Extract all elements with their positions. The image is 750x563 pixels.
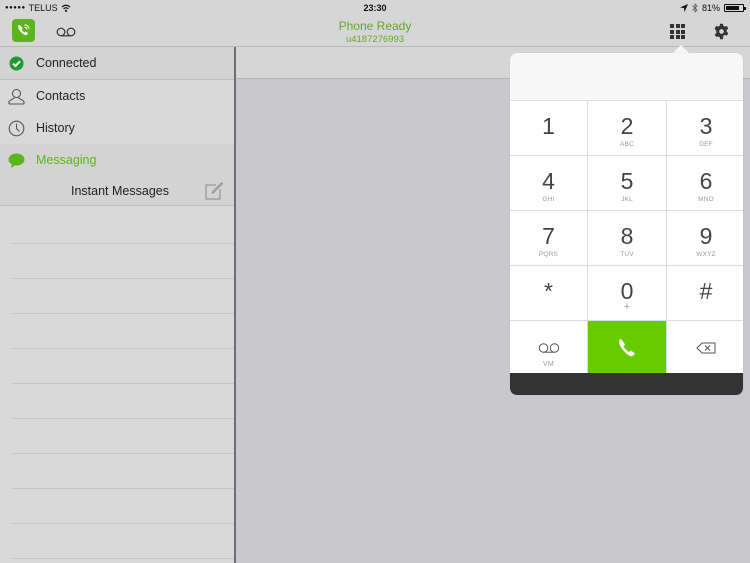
check-circle-icon [9,56,24,71]
speech-bubble-icon [8,153,25,168]
key-digit: 4 [542,168,555,194]
key-digit: 6 [699,168,713,194]
sidebar: Connected Contacts History Messaging Ins… [0,47,234,563]
key-letters: ABC [620,141,634,148]
dial-key-7[interactable]: 7 PQRS [510,211,587,265]
settings-button[interactable] [713,23,730,40]
key-digit: 7 [542,223,555,249]
app-logo-button[interactable] [12,19,35,42]
bluetooth-icon [692,3,698,13]
voicemail-label: VM [543,361,554,368]
key-letters: MNO [698,196,714,203]
key-digit: 0 [620,278,634,304]
submenu-instant-messages[interactable]: Instant Messages [0,176,234,206]
call-button[interactable] [588,321,666,375]
dial-key-4[interactable]: 4 GHI [510,156,587,210]
dial-key-star[interactable]: * [510,266,587,320]
dial-key-9[interactable]: 9 WXYZ [667,211,743,265]
message-list-item[interactable] [12,524,234,559]
sidebar-item-contacts[interactable]: Contacts [0,80,234,112]
key-letters: GHI [542,196,555,203]
key-letters: DEF [699,141,713,148]
key-digit: # [699,278,713,304]
phone-ringing-icon [18,24,30,36]
battery-percent: 81% [701,3,720,13]
person-icon [8,88,25,105]
dial-number-display[interactable] [510,53,743,100]
dialpad-footer-bar [510,373,743,395]
status-bar: ●●●●● TELUS 23:30 81% [0,0,750,16]
dial-key-hash[interactable]: # [667,266,743,320]
message-list-item[interactable] [12,419,234,454]
backspace-icon [696,342,716,354]
page-title: Phone Ready [338,19,412,33]
key-letters: TUV [620,251,634,258]
sidebar-item-messaging[interactable]: Messaging [0,144,234,176]
dialpad-popover: 1 2 ABC 3 DEF 4 GHI 5 JKL 6 MNO 7 PQRS 8 TUV 9 WXYZ * 0 + # V… [510,53,743,395]
key-letters: WXYZ [696,251,716,258]
battery-icon [724,4,746,12]
compose-icon[interactable] [205,182,223,200]
navigation-bar: Phone Ready u4187276993 [0,16,750,47]
key-digit: 2 [620,113,634,139]
dial-key-0[interactable]: 0 + [588,266,666,320]
dial-key-8[interactable]: 8 TUV [588,211,666,265]
connection-status-label: Connected [36,56,97,70]
message-list-item[interactable] [12,384,234,419]
dial-key-1[interactable]: 1 [510,101,587,155]
sidebar-item-history[interactable]: History [0,112,234,144]
submenu-label: Instant Messages [71,184,169,198]
message-list-item[interactable] [12,209,234,244]
key-digit: 3 [699,113,713,139]
dialpad-keys: 1 2 ABC 3 DEF 4 GHI 5 JKL 6 MNO 7 PQRS 8 TUV 9 WXYZ * 0 + # V… [510,100,743,375]
split-divider[interactable] [234,47,236,563]
key-digit: 8 [620,223,634,249]
gear-icon [714,23,729,40]
message-list-item[interactable] [12,244,234,279]
message-list-item[interactable] [12,279,234,314]
battery-fill [726,6,739,10]
message-list [0,209,234,559]
keypad-button[interactable] [670,24,686,40]
dial-key-3[interactable]: 3 DEF [667,101,743,155]
voicemail-icon [538,343,560,353]
connection-status[interactable]: Connected [0,47,234,80]
backspace-button[interactable] [667,321,743,375]
dial-key-2[interactable]: 2 ABC [588,101,666,155]
sidebar-item-label: History [36,121,75,135]
key-letters: + [623,301,631,313]
key-digit: 9 [699,223,713,249]
message-list-item[interactable] [12,314,234,349]
key-letters: PQRS [538,251,559,258]
location-icon [679,4,688,12]
sidebar-item-label: Contacts [36,89,86,103]
account-id: u4187276993 [345,34,405,45]
clock-icon [8,120,25,137]
key-digit: * [544,278,553,304]
dial-key-5[interactable]: 5 JKL [588,156,666,210]
clock: 23:30 [363,3,387,13]
voicemail-icon [56,27,76,37]
key-digit: 1 [542,113,555,139]
message-list-item[interactable] [12,349,234,384]
message-list-item[interactable] [12,454,234,489]
voicemail-button[interactable] [56,24,76,38]
key-letters: JKL [621,196,633,203]
phone-icon [619,339,635,357]
dial-key-6[interactable]: 6 MNO [667,156,743,210]
key-digit: 5 [620,168,634,194]
voicemail-key[interactable]: VM [510,321,587,375]
sidebar-item-label: Messaging [36,153,97,167]
message-list-item[interactable] [12,489,234,524]
